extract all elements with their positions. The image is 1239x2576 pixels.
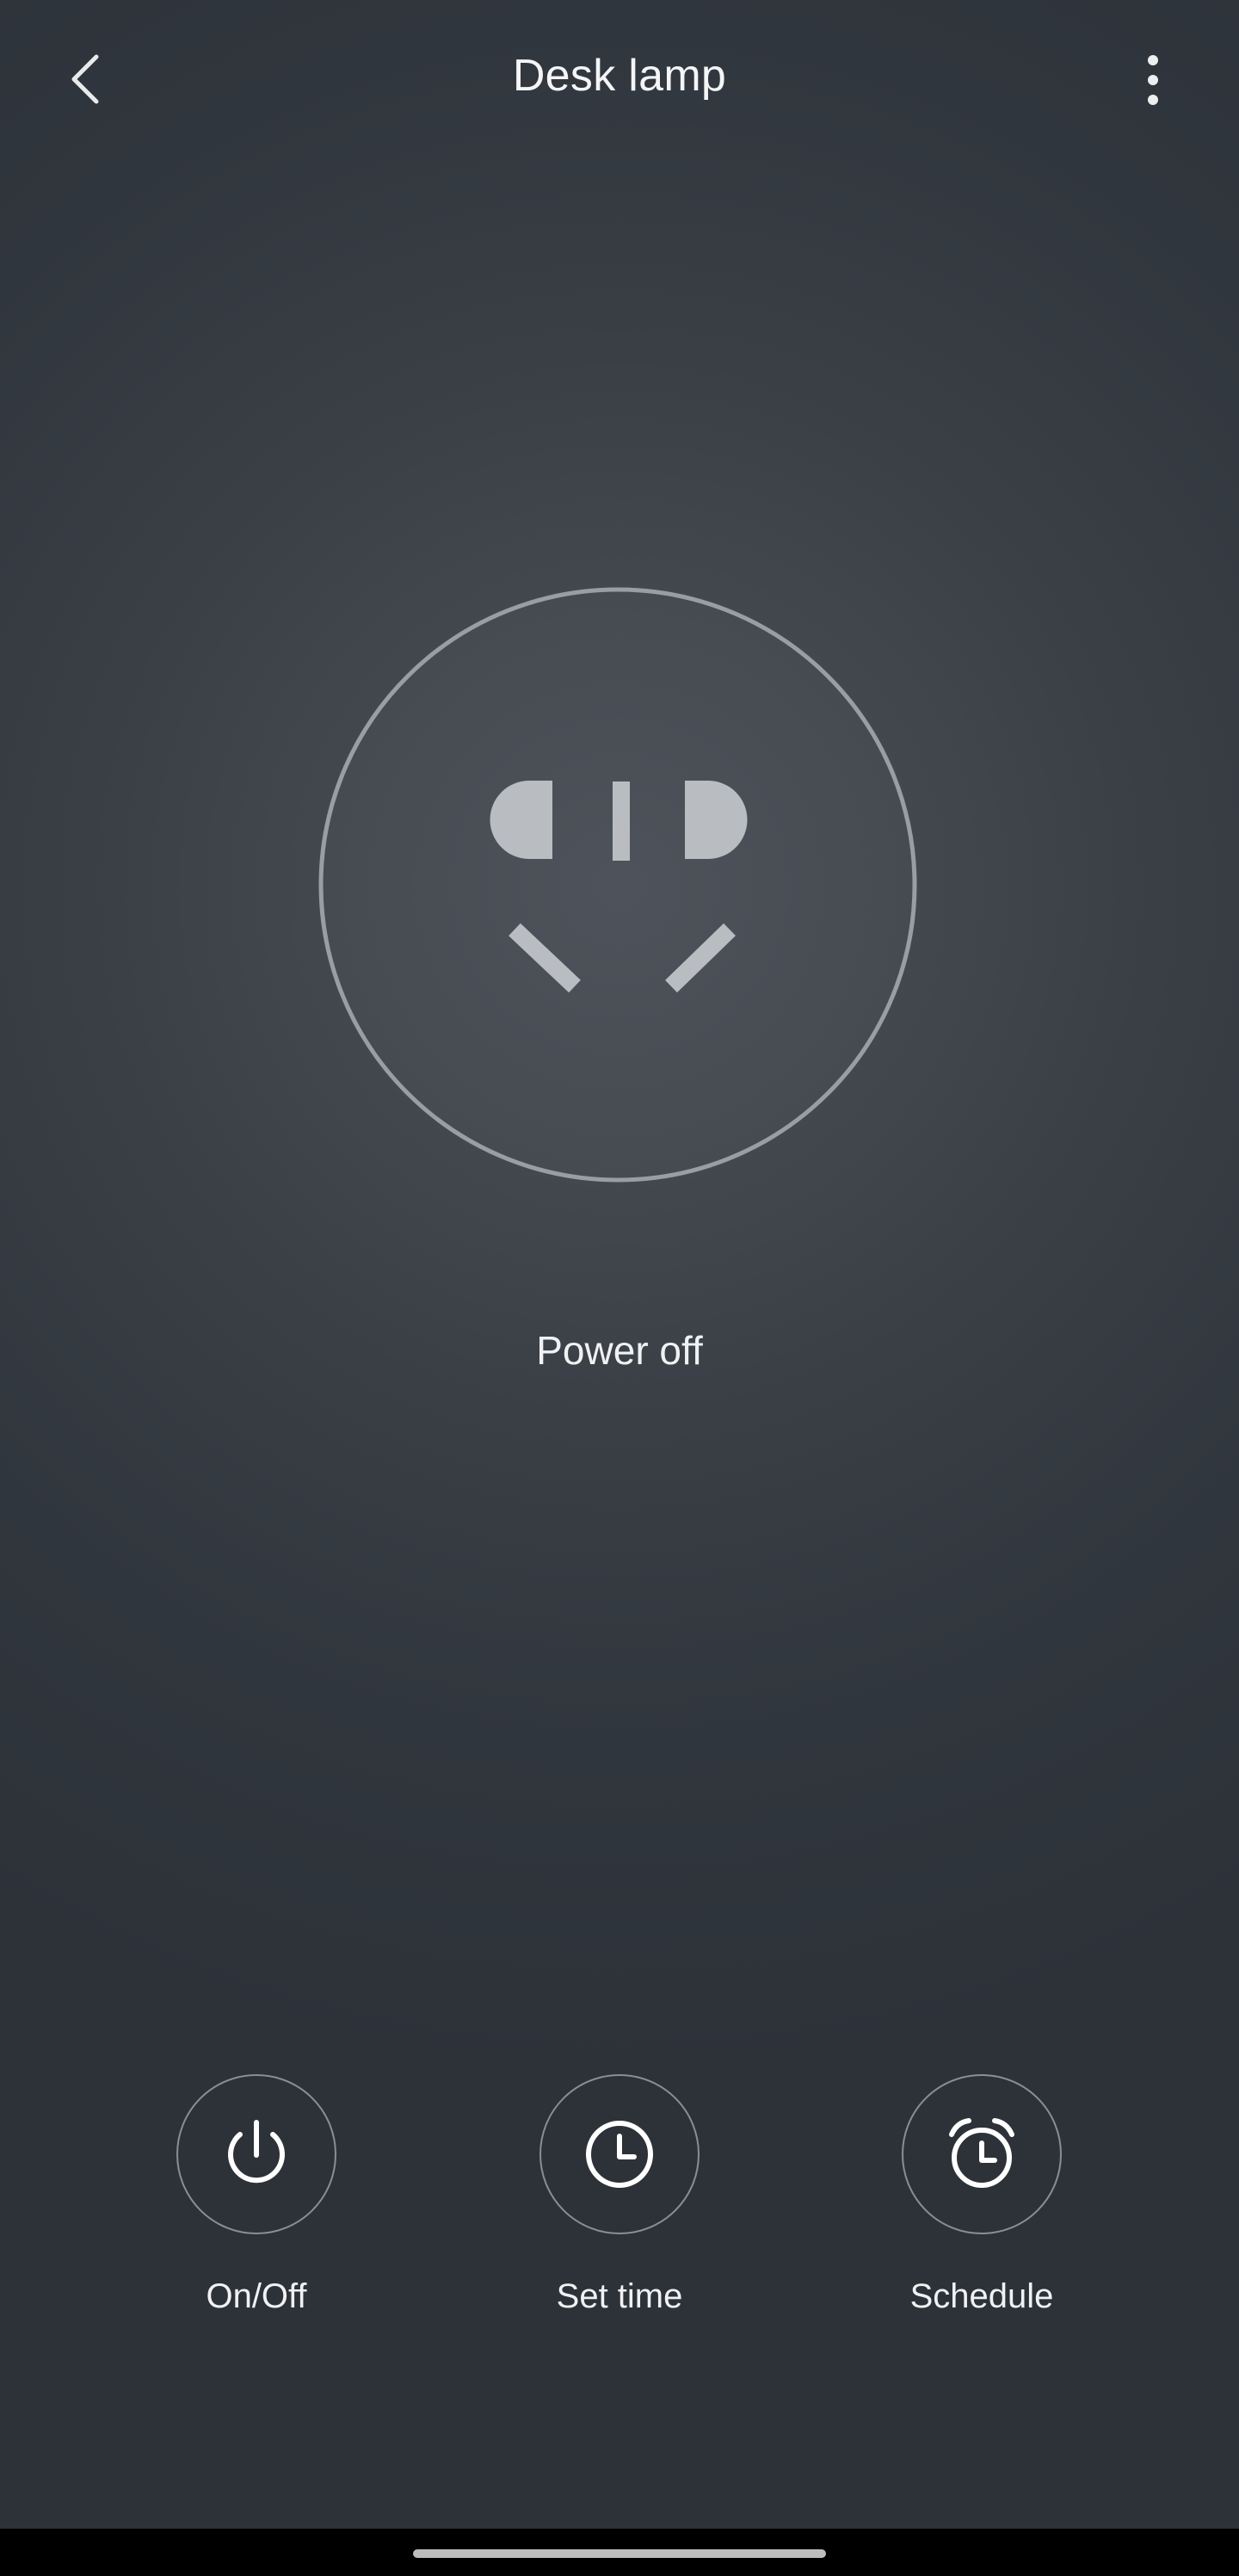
schedule-button[interactable]: Schedule	[853, 2074, 1111, 2316]
set-time-circle	[539, 2074, 700, 2234]
control-bar: On/Off Set time Schedule	[0, 2074, 1239, 2350]
clock-icon	[586, 2121, 653, 2188]
power-socket-icon	[318, 587, 917, 1183]
schedule-circle	[902, 2074, 1062, 2234]
more-vertical-icon	[1148, 55, 1158, 105]
chevron-left-icon	[71, 54, 99, 104]
home-indicator[interactable]	[413, 2549, 826, 2558]
on-off-button[interactable]: On/Off	[127, 2074, 385, 2316]
alarm-clock-icon	[949, 2118, 1014, 2188]
on-off-label: On/Off	[206, 2277, 307, 2315]
on-off-circle	[176, 2074, 336, 2234]
schedule-label: Schedule	[909, 2277, 1054, 2315]
app-bar: Desk lamp	[0, 0, 1239, 164]
socket-power-toggle[interactable]	[318, 587, 917, 1183]
set-time-label: Set time	[556, 2277, 683, 2315]
set-time-button[interactable]: Set time	[490, 2074, 749, 2316]
more-options-button[interactable]	[1119, 45, 1187, 114]
page-title: Desk lamp	[512, 51, 727, 101]
back-button[interactable]	[52, 45, 120, 114]
power-status: Power off	[536, 1328, 703, 1373]
power-icon	[228, 2120, 285, 2184]
